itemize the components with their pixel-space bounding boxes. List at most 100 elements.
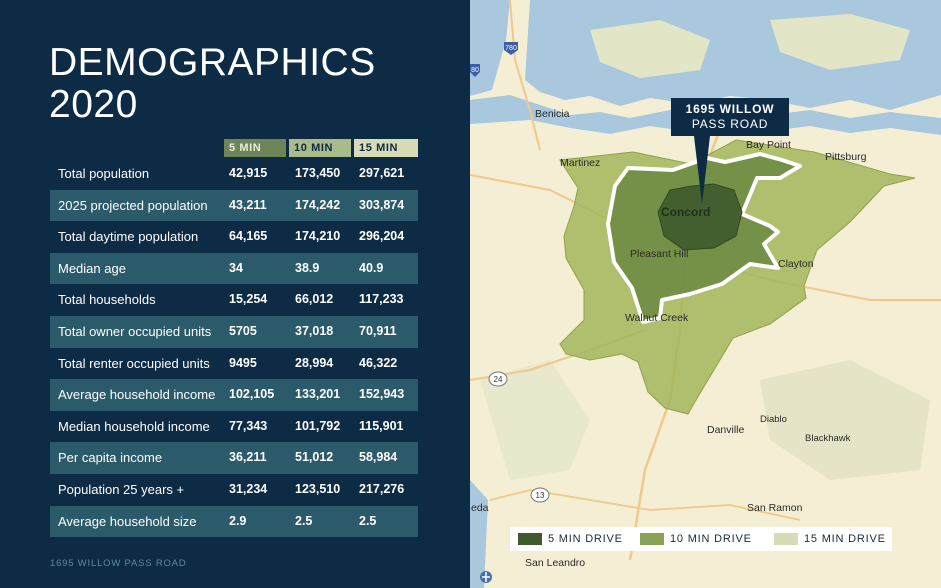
map-legend: 5 MIN DRIVE 10 MIN DRIVE 15 MIN DRIVE [510,527,892,551]
row-label: Average household size [58,513,197,529]
cell-15-min: 297,621 [359,166,405,180]
row-label: Total renter occupied units [58,355,210,371]
cell-10-min: 123,510 [295,481,341,496]
row-label: Total daytime population [58,229,199,245]
cell-5-min: 36,211 [229,450,267,465]
table-row: Population 25 years + 31,234 123,510 217,27… [50,474,418,506]
row-label: Total households [58,292,156,308]
cell-15-min: 303,874 [359,197,405,212]
shield-label-13: 13 [536,491,545,500]
cell-10-min: 174,210 [295,229,341,244]
cell-15-min: 296,204 [359,229,405,244]
demographics-panel: DEMOGRAPHICS 2020 5 MIN 10 MIN 15 MIN To… [0,0,470,588]
table-row: Total population 42,915 173,450 297,621 [50,158,418,190]
table-row: Median household income 77,343 101,792 115,… [50,411,418,443]
cell-5-min: 5705 [229,323,257,338]
shield-label-780: 780 [505,45,517,52]
cell-5-min: 64,165 [229,229,268,244]
place-bay-point: Bay Point [746,139,791,151]
route-24-shield: 24 [488,371,508,387]
table-row: Average household income 102,105 133,201 15… [50,379,418,411]
row-label: 2025 projected population [58,197,208,213]
place-walnut-creek: Walnut Creek [625,312,689,324]
cell-10-min: 101,792 [295,418,341,433]
legend-label-15-min: 15 MIN DRIVE [804,533,886,545]
legend-label-10-min: 10 MIN DRIVE [670,533,752,545]
table-column-headers: 5 MIN 10 MIN 15 MIN [224,139,418,157]
cell-15-min: 152,943 [359,387,405,402]
cell-5-min: 102,105 [229,387,275,402]
cell-10-min: 173,450 [295,166,341,180]
cell-15-min: 46,322 [359,355,398,370]
place-san-leandro: San Leandro [525,557,586,569]
cell-15-min: 58,984 [359,450,398,465]
demographics-table: Total population 42,915 173,450 297,621 2025… [50,158,418,538]
cell-15-min: 2.5 [359,513,377,528]
shield-label-24: 24 [494,375,503,384]
cell-15-min: 70,911 [359,323,397,338]
page-title: DEMOGRAPHICS 2020 [49,42,376,126]
legend-swatch-10-min [640,533,664,545]
cell-5-min: 31,234 [229,481,268,496]
cell-10-min: 38.9 [295,260,320,275]
map-canvas: 780 80 24 13 [470,0,941,588]
table-row: Total renter occupied units 9495 28,994 46,… [50,348,418,380]
cell-5-min: 42,915 [229,166,268,180]
airport-marker [480,571,492,583]
route-13-shield: 13 [530,487,550,503]
title-line-2: 2020 [49,83,138,126]
property-callout: 1695 WILLOW PASS ROAD [671,98,789,136]
place-san-ramon: San Ramon [747,502,803,514]
column-header-10-min: 10 MIN [289,139,351,157]
place-danville: Danville [707,424,745,436]
cell-15-min: 217,276 [359,481,405,496]
table-row: Total daytime population 64,165 174,210 296… [50,221,418,253]
cell-10-min: 28,994 [295,355,334,370]
row-label: Total owner occupied units [58,323,212,339]
place-martinez: Martinez [560,157,601,169]
row-label: Total population [58,166,150,181]
legend-swatch-15-min [774,533,798,545]
cell-10-min: 174,242 [295,197,341,212]
place-clayton: Clayton [778,258,814,270]
callout-line-2: PASS ROAD [691,117,769,131]
cell-5-min: 2.9 [229,513,247,528]
row-label: Population 25 years + [58,481,185,497]
footer-address: 1695 WILLOW PASS ROAD [50,558,187,569]
cell-5-min: 43,211 [229,197,267,212]
cell-5-min: 77,343 [229,418,268,433]
place-concord: Concord [661,205,711,219]
table-row: Per capita income 36,211 51,012 58,984 [50,442,418,474]
place-diablo: Diablo [760,414,787,425]
table-row: Total households 15,254 66,012 117,233 [50,284,418,316]
cell-10-min: 51,012 [295,450,334,465]
cell-10-min: 133,201 [295,387,341,402]
row-label: Average household income [58,387,216,403]
callout-line-1: 1695 WILLOW [671,102,789,117]
cell-10-min: 37,018 [295,323,334,338]
table-row: 2025 projected population 43,211 174,242 30… [50,189,418,222]
row-label: Median household income [58,418,210,434]
cell-5-min: 34 [229,260,243,275]
place-alameda: eda [471,502,489,514]
place-pittsburg: Pittsburg [825,151,867,163]
cell-10-min: 2.5 [295,513,313,528]
place-blackhawk: Blackhawk [805,433,851,444]
legend-label-5-min: 5 MIN DRIVE [548,533,623,545]
cell-5-min: 9495 [229,355,257,370]
table-row: Average household size 2.9 2.5 2.5 [50,505,418,538]
column-header-15-min: 15 MIN [354,139,418,157]
cell-15-min: 115,901 [359,418,404,433]
drive-time-map: 780 80 24 13 Benicia Martinez Pittsburg … [470,0,941,588]
row-label: Median age [58,260,126,276]
shield-label-80: 80 [471,67,479,74]
title-line-1: DEMOGRAPHICS [49,41,376,84]
table-row: Median age 34 38.9 40.9 [50,252,418,285]
table-row: Total owner occupied units 5705 37,018 70,9… [50,315,418,348]
cell-15-min: 40.9 [359,260,384,275]
cell-15-min: 117,233 [359,292,404,307]
legend-swatch-5-min [518,533,542,545]
row-label: Per capita income [58,450,163,466]
cell-10-min: 66,012 [295,292,334,307]
place-benicia: Benicia [535,108,570,120]
